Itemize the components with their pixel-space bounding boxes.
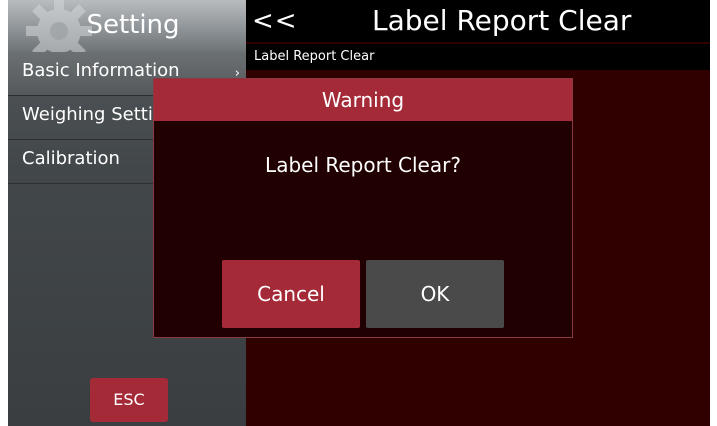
esc-button[interactable]: ESC (90, 378, 168, 422)
dialog-title: Warning (321, 88, 405, 112)
breadcrumb-bar: Label Report Clear (246, 44, 710, 70)
sidebar-title: Setting (86, 10, 180, 40)
warning-dialog: Warning Label Report Clear? Cancel OK (153, 78, 573, 338)
dialog-message: Label Report Clear? (265, 153, 461, 177)
breadcrumb: Label Report Clear (254, 49, 375, 64)
back-button[interactable]: << (252, 6, 298, 36)
dialog-header: Warning (154, 79, 572, 121)
app-screen: Setting Basic Information › Weighing Set… (8, 0, 710, 426)
sidebar-header: Setting (8, 0, 246, 52)
ok-button[interactable]: OK (366, 260, 504, 328)
header-bar: << Label Report Clear (246, 0, 710, 42)
cancel-button[interactable]: Cancel (222, 260, 360, 328)
page-title: Label Report Clear (372, 4, 632, 37)
sidebar-item-label: Calibration (22, 148, 120, 169)
